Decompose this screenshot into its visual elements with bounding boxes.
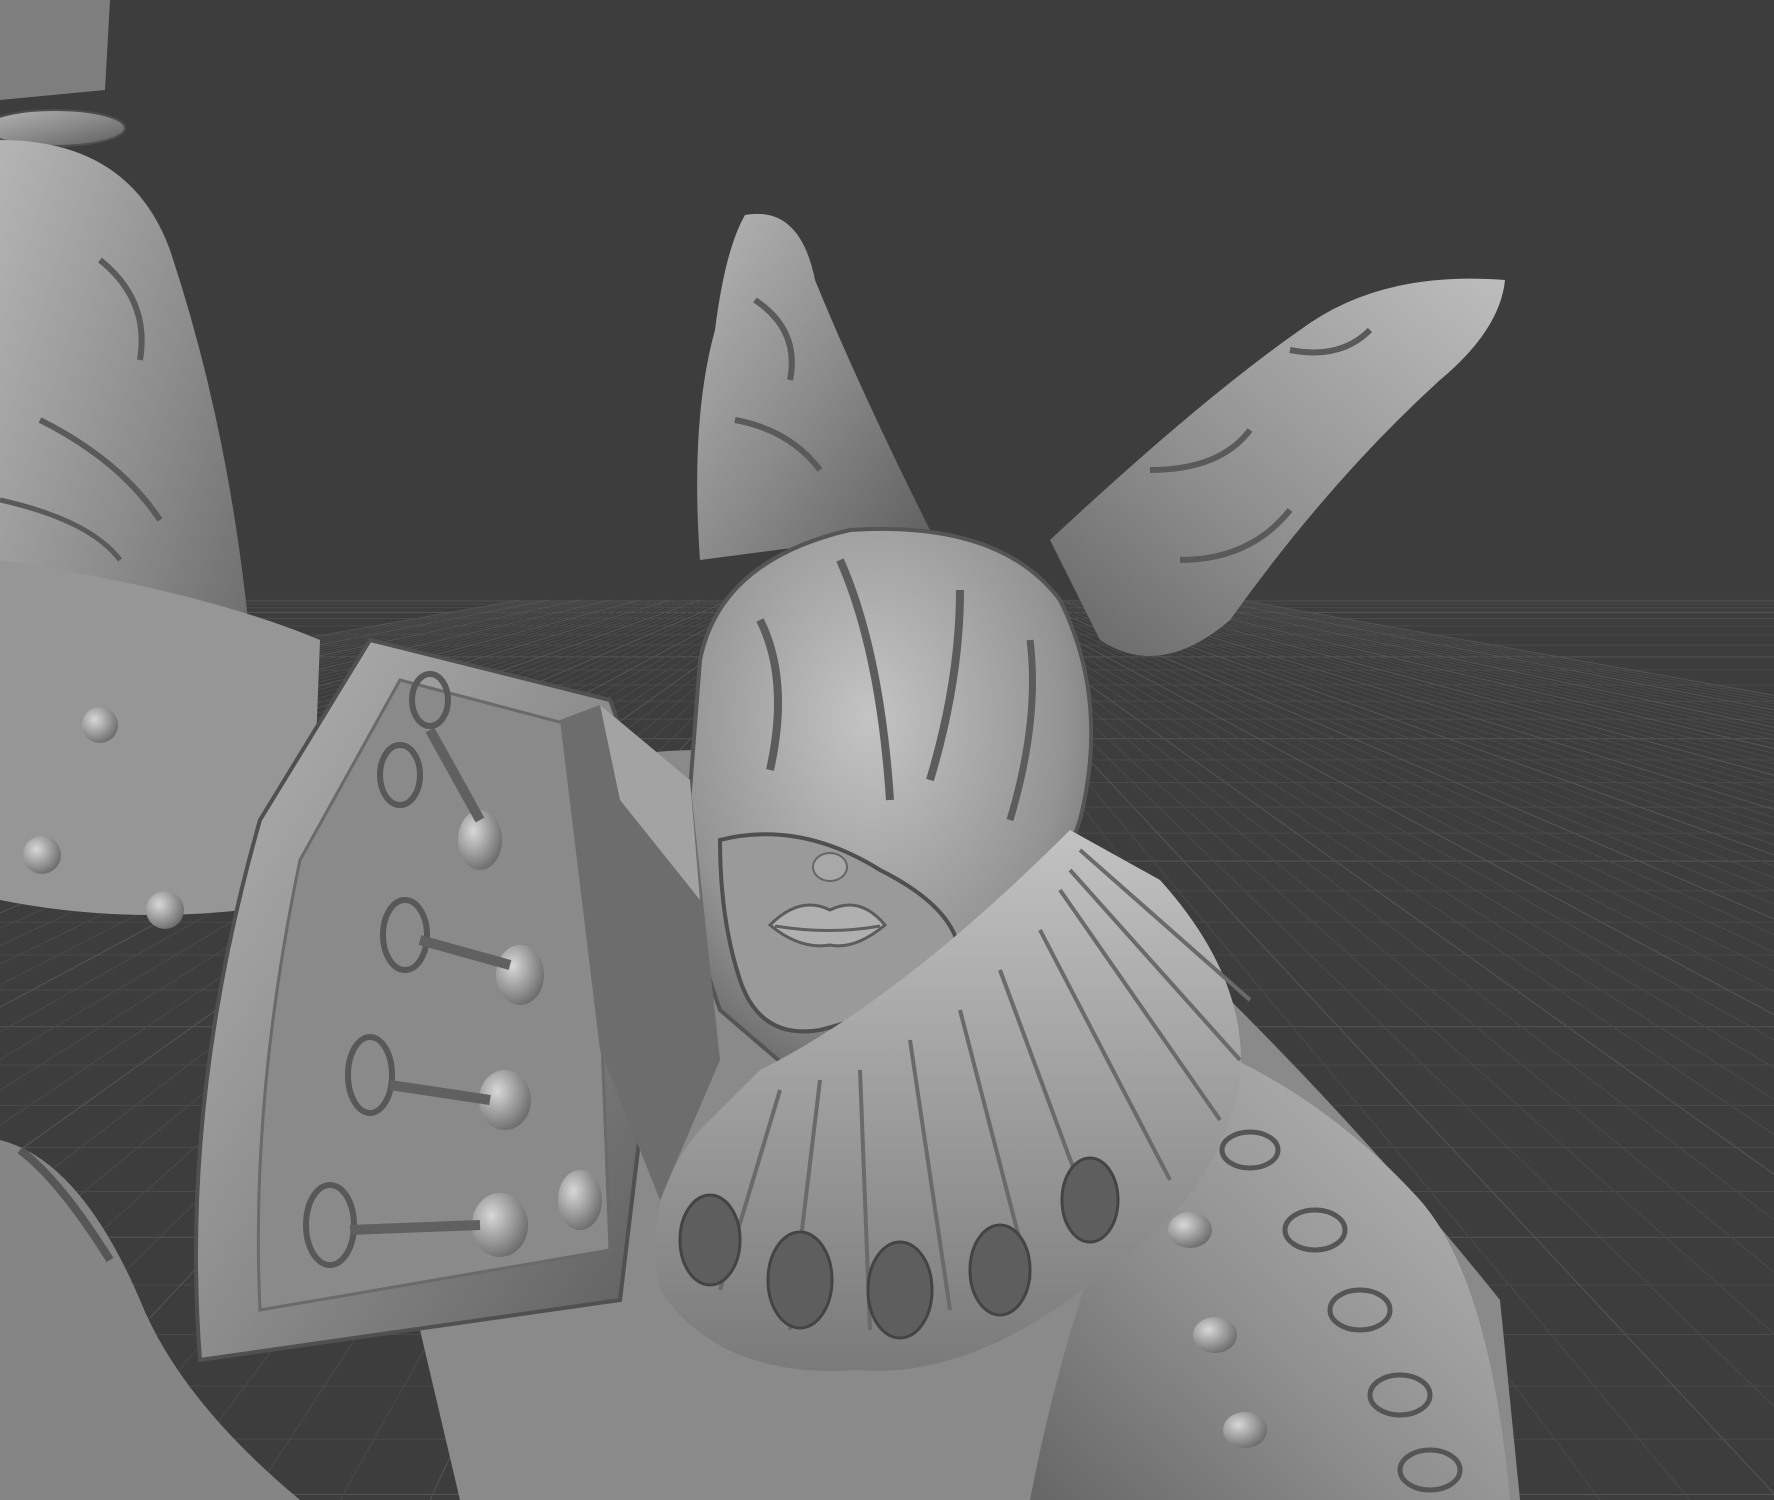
3d-viewport[interactable] bbox=[0, 0, 1774, 1500]
figure-jester-helmeted[interactable] bbox=[194, 213, 1520, 1500]
viewport-scene[interactable] bbox=[0, 0, 1774, 1500]
